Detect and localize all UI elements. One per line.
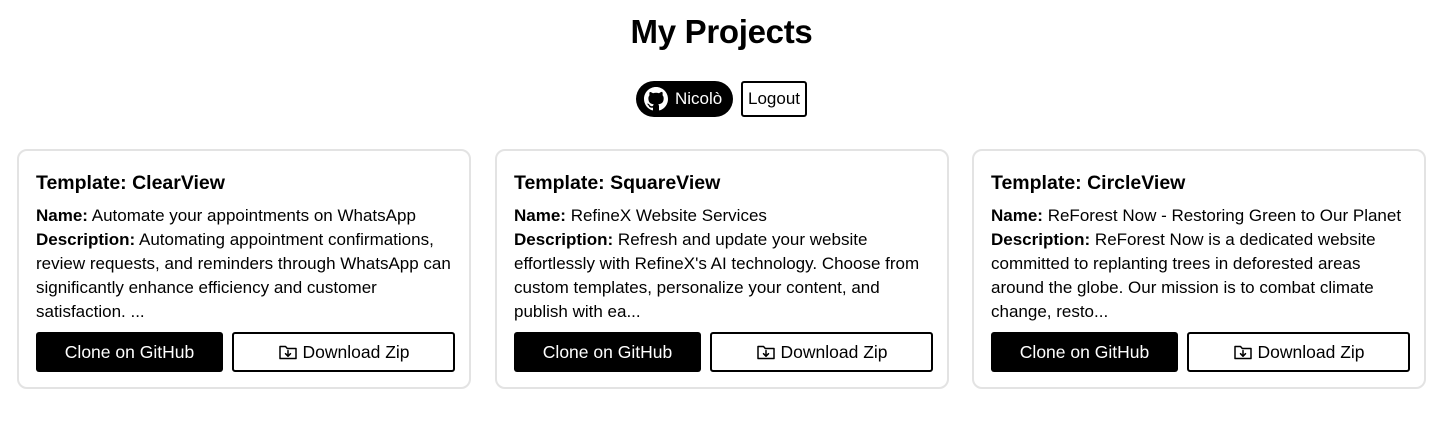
clone-on-github-button[interactable]: Clone on GitHub	[36, 332, 223, 372]
download-zip-button[interactable]: Download Zip	[1187, 332, 1410, 372]
download-zip-label: Download Zip	[1257, 341, 1365, 362]
project-name: RefineX Website Services	[570, 206, 767, 225]
name-label: Name:	[991, 206, 1043, 225]
user-name: Nicolò	[675, 89, 723, 108]
project-card: Template: CircleView Name: ReForest Now …	[972, 149, 1426, 389]
clone-on-github-button[interactable]: Clone on GitHub	[991, 332, 1178, 372]
user-profile-button[interactable]: Nicolò	[636, 81, 733, 117]
download-zip-label: Download Zip	[302, 341, 410, 362]
card-title: Template: SquareView	[514, 172, 721, 194]
download-zip-button[interactable]: Download Zip	[710, 332, 933, 372]
card-body: Name: RefineX Website Services Descripti…	[514, 204, 930, 324]
description-label: Description:	[514, 230, 614, 249]
card-title: Template: ClearView	[36, 172, 225, 194]
project-cards: Template: ClearView Name: Automate your …	[0, 149, 1448, 389]
project-card: Template: ClearView Name: Automate your …	[17, 149, 471, 389]
download-zip-label: Download Zip	[780, 341, 888, 362]
name-label: Name:	[514, 206, 566, 225]
name-label: Name:	[36, 206, 88, 225]
download-zip-button[interactable]: Download Zip	[232, 332, 455, 372]
folder-download-icon	[1233, 342, 1253, 362]
clone-on-github-button[interactable]: Clone on GitHub	[514, 332, 701, 372]
page-title: My Projects	[630, 13, 813, 50]
description-label: Description:	[36, 230, 136, 249]
card-actions: Clone on GitHub Download Zip	[991, 332, 1410, 372]
card-title: Template: CircleView	[991, 172, 1186, 194]
folder-download-icon	[756, 342, 776, 362]
user-bar: Nicolò Logout	[0, 81, 1443, 117]
card-body: Name: Automate your appointments on What…	[36, 204, 452, 324]
github-icon	[644, 87, 668, 111]
card-actions: Clone on GitHub Download Zip	[36, 332, 455, 372]
folder-download-icon	[278, 342, 298, 362]
description-label: Description:	[991, 230, 1091, 249]
card-body: Name: ReForest Now - Restoring Green to …	[991, 204, 1407, 324]
card-actions: Clone on GitHub Download Zip	[514, 332, 933, 372]
project-name: Automate your appointments on WhatsApp	[91, 206, 416, 225]
project-card: Template: SquareView Name: RefineX Websi…	[495, 149, 949, 389]
project-name: ReForest Now - Restoring Green to Our Pl…	[1047, 206, 1402, 225]
logout-button[interactable]: Logout	[741, 81, 807, 117]
